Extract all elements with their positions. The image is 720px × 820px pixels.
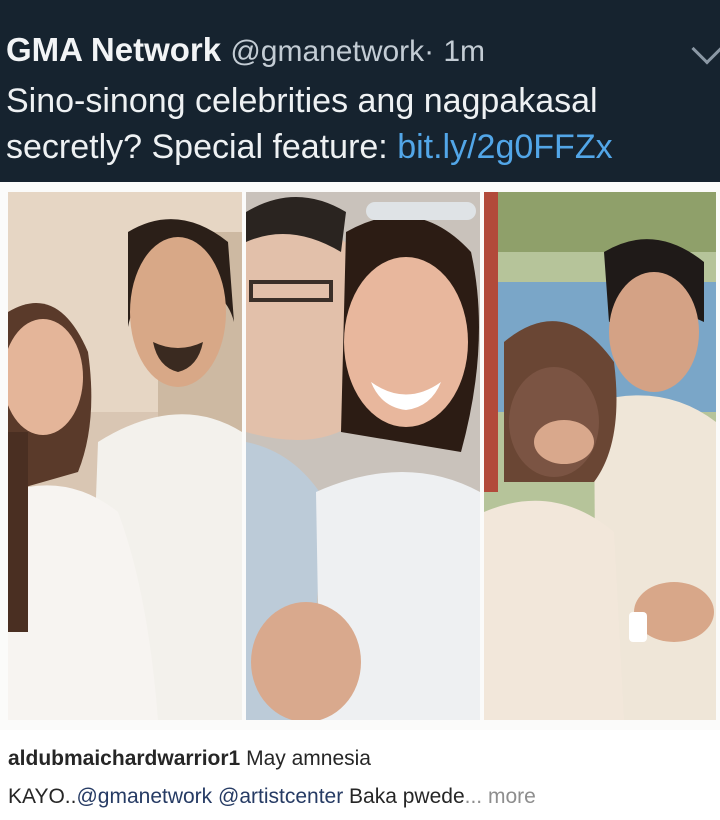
caption-text3: Baka pwede bbox=[343, 785, 465, 808]
collage-photo-2 bbox=[246, 192, 480, 720]
tweet-author[interactable]: GMA Network bbox=[6, 31, 221, 68]
caption-text2: KAYO.. bbox=[8, 785, 77, 808]
tweet-text: Sino-sinong celebrities ang nagpakasal s… bbox=[6, 78, 720, 170]
caption-line1: aldubmaichardwarrior1 May amnesia bbox=[8, 740, 714, 778]
embedded-tweet[interactable]: GMA Network @gmanetwork· 1m Sino-sinong … bbox=[0, 0, 720, 182]
collage-photo-3 bbox=[484, 192, 716, 720]
caption-text1: May amnesia bbox=[240, 747, 371, 770]
collage-photo-1 bbox=[8, 192, 242, 720]
caption-username[interactable]: aldubmaichardwarrior1 bbox=[8, 747, 240, 770]
photo-collage bbox=[0, 182, 720, 730]
mention-link[interactable]: @gmanetwork bbox=[76, 785, 212, 808]
tweet-time: 1m bbox=[443, 35, 486, 68]
tweet-handle[interactable]: @gmanetwork bbox=[230, 35, 424, 68]
tweet-header: GMA Network @gmanetwork· 1m bbox=[6, 30, 720, 72]
mention-link[interactable]: @artistcenter bbox=[218, 785, 343, 808]
tweet-text-line2: secretly? Special feature: bit.ly/2g0FFZ… bbox=[6, 124, 720, 170]
tweet-link[interactable]: bit.ly/2g0FFZx bbox=[397, 128, 612, 166]
caption-line2: KAYO..@gmanetwork @artistcenter Baka pwe… bbox=[8, 778, 714, 816]
tweet-text-line1: Sino-sinong celebrities ang nagpakasal bbox=[6, 82, 598, 120]
more-link[interactable]: ... more bbox=[465, 785, 536, 808]
tweet-separator: · bbox=[424, 35, 435, 68]
post-caption: aldubmaichardwarrior1 May amnesia KAYO..… bbox=[8, 740, 714, 816]
tweet-text-line2-text: secretly? Special feature: bbox=[6, 128, 398, 166]
